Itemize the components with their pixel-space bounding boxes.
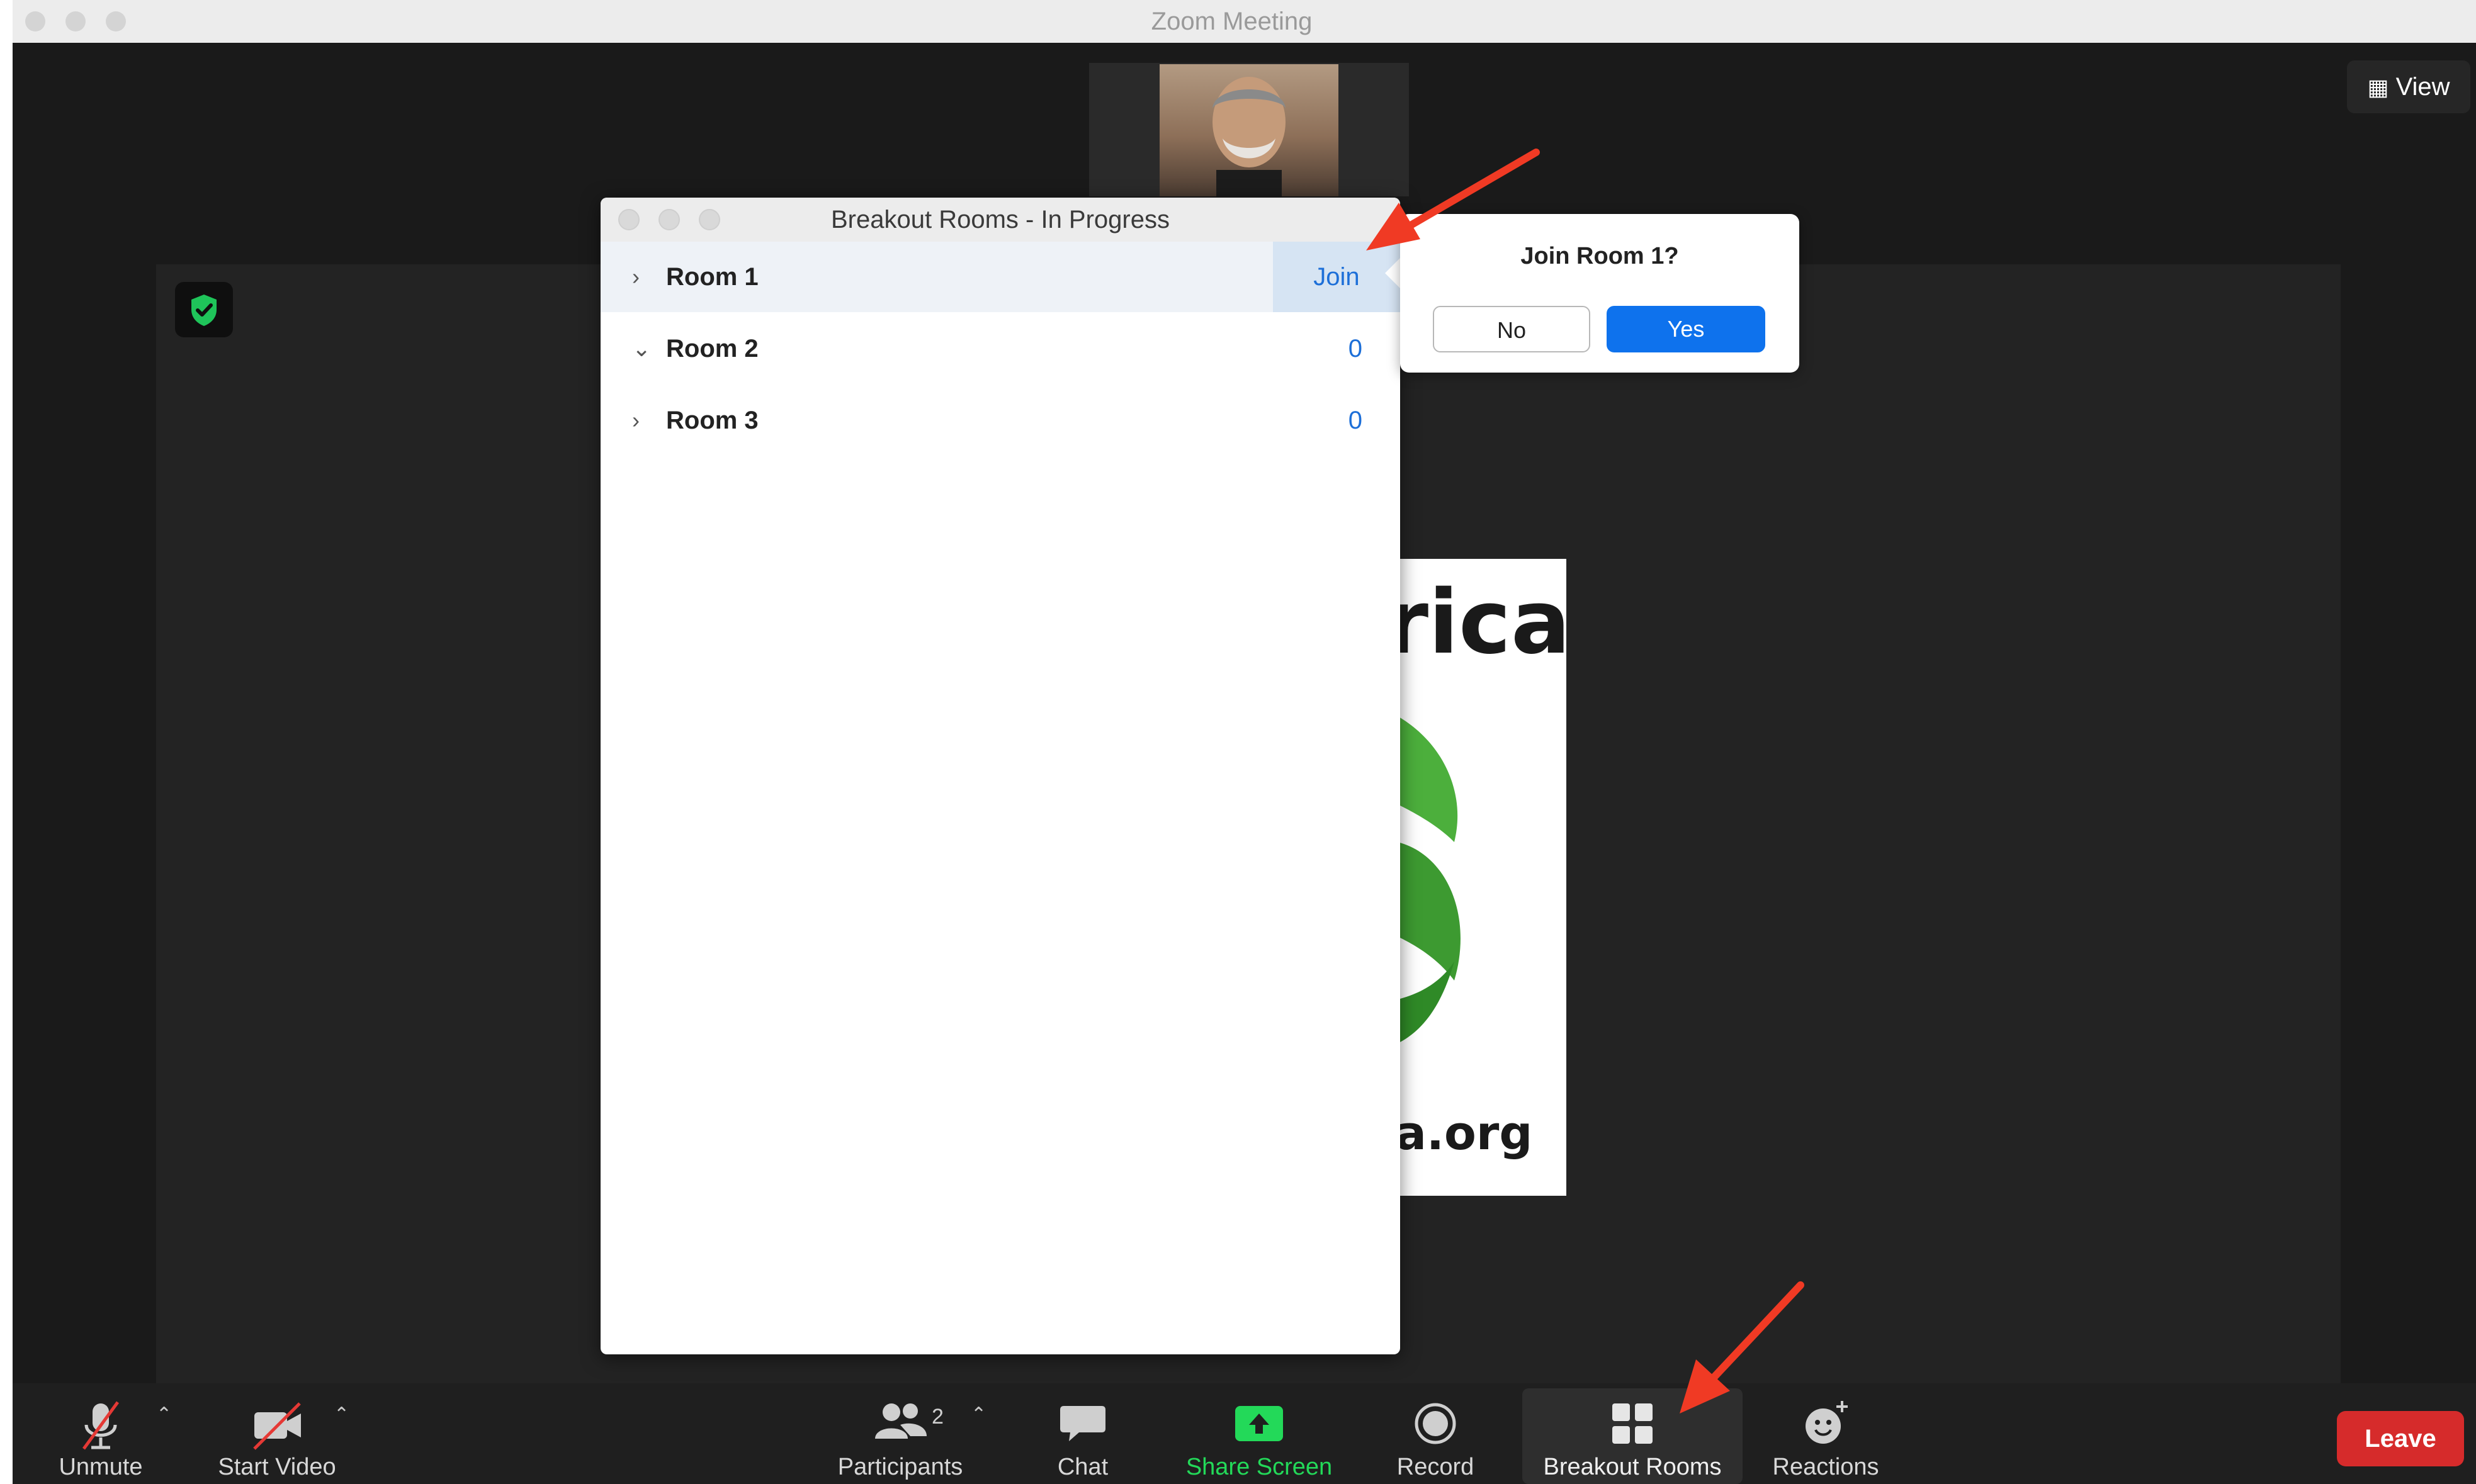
shared-text-top: rica <box>1398 571 1566 674</box>
camera-off-icon <box>253 1402 301 1450</box>
video-options-caret-icon[interactable]: ⌃ <box>334 1403 349 1425</box>
participant-avatar <box>1160 64 1338 196</box>
chat-button[interactable]: Chat <box>1032 1383 1133 1484</box>
chevron-down-icon[interactable]: ⌄ <box>632 313 651 384</box>
grid-icon: ▦ <box>2367 74 2389 100</box>
leaf-logo-icon <box>1398 716 1461 1043</box>
share-screen-arrow-icon <box>1235 1406 1283 1441</box>
dialog-title: Breakout Rooms - In Progress <box>831 206 1170 233</box>
chevron-right-icon[interactable]: › <box>632 385 651 456</box>
unmute-label: Unmute <box>59 1454 143 1480</box>
participants-options-caret-icon[interactable]: ⌃ <box>971 1403 986 1425</box>
breakout-rooms-label: Breakout Rooms <box>1543 1454 1722 1480</box>
audio-options-caret-icon[interactable]: ⌃ <box>156 1403 172 1425</box>
breakout-rooms-grid-icon <box>1612 1403 1653 1444</box>
participants-label: Participants <box>837 1454 963 1480</box>
leave-button[interactable]: Leave <box>2337 1411 2464 1466</box>
record-label: Record <box>1396 1454 1474 1480</box>
start-video-label: Start Video <box>218 1454 336 1480</box>
room-label: Room 3 <box>666 407 759 434</box>
chat-label: Chat <box>1057 1454 1109 1480</box>
annotation-arrow-join <box>1366 149 1540 250</box>
chat-bubble-icon <box>1060 1406 1105 1441</box>
yes-button[interactable]: Yes <box>1607 306 1765 352</box>
breakout-rooms-dialog: Breakout Rooms - In Progress › Room 1 Jo… <box>601 198 1400 1354</box>
room-participant-count: 0 <box>1348 407 1362 434</box>
participants-count: 2 <box>932 1405 944 1429</box>
unmute-button[interactable]: Unmute <box>38 1383 164 1484</box>
record-icon <box>1415 1403 1456 1444</box>
participants-icon <box>875 1403 927 1439</box>
room-participant-count: 0 <box>1348 335 1362 363</box>
share-screen-label: Share Screen <box>1185 1454 1333 1480</box>
room-row-3[interactable]: › Room 3 0 <box>601 385 1400 456</box>
reactions-label: Reactions <box>1772 1454 1879 1480</box>
view-button[interactable]: ▦ View <box>2347 60 2470 113</box>
popover-caret <box>1385 257 1401 289</box>
view-label: View <box>2395 73 2450 101</box>
shared-screen-content: rica a.org <box>1398 559 1566 1196</box>
room-label: Room 2 <box>666 335 759 363</box>
room-label: Room 1 <box>666 263 759 291</box>
annotation-arrow-breakout <box>1680 1281 1804 1414</box>
no-button[interactable]: No <box>1433 306 1590 352</box>
room-row-1[interactable]: › Room 1 Join <box>601 242 1400 312</box>
record-button[interactable]: Record <box>1379 1383 1492 1484</box>
participants-button[interactable]: 2 Participants <box>825 1383 976 1484</box>
chevron-right-icon[interactable]: › <box>632 242 651 312</box>
microphone-muted-icon <box>82 1401 120 1450</box>
encryption-shield-icon[interactable] <box>175 282 233 337</box>
share-screen-button[interactable]: Share Screen <box>1177 1383 1341 1484</box>
shared-text-bottom: a.org <box>1398 1106 1533 1161</box>
room-row-2[interactable]: ⌄ Room 2 0 <box>601 313 1400 384</box>
start-video-button[interactable]: Start Video <box>201 1383 353 1484</box>
window-title: Zoom Meeting <box>1151 8 1313 35</box>
